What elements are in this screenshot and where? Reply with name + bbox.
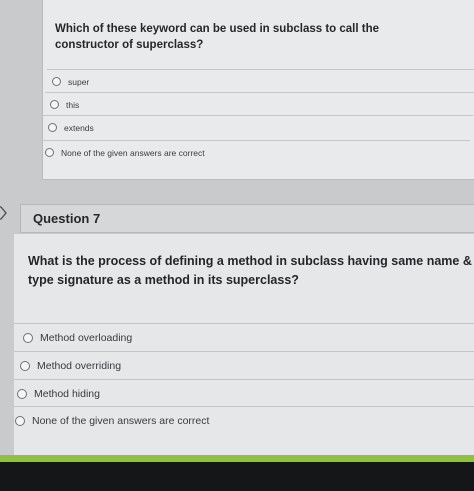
- q7-option-overloading[interactable]: Method overloading: [14, 323, 474, 351]
- q7-option-overriding[interactable]: Method overriding: [14, 351, 474, 379]
- question-7-header: Question 7: [20, 204, 474, 233]
- option-label: None of the given answers are correct: [61, 147, 205, 158]
- q6-option-extends[interactable]: extends: [43, 115, 473, 139]
- q6-option-super[interactable]: super: [47, 69, 474, 93]
- q6-option-none[interactable]: None of the given answers are correct: [40, 140, 470, 164]
- radio-button[interactable]: [50, 100, 59, 109]
- option-label: this: [66, 99, 80, 110]
- radio-button[interactable]: [45, 148, 54, 157]
- q7-option-hiding[interactable]: Method hiding: [14, 379, 474, 407]
- option-label: None of the given answers are correct: [32, 414, 210, 427]
- screen-bezel: [0, 462, 474, 491]
- radio-button[interactable]: [52, 77, 61, 86]
- question-7-text: What is the process of defining a method…: [28, 254, 472, 287]
- option-label: Method overriding: [37, 359, 122, 372]
- question-6-text: Which of these keyword can be used in su…: [55, 23, 379, 51]
- radio-button[interactable]: [15, 415, 25, 426]
- question-7-title: Question 7: [33, 211, 101, 226]
- radio-button[interactable]: [23, 332, 33, 343]
- accent-strip: [0, 455, 474, 462]
- option-label: super: [68, 76, 90, 87]
- option-label: Method hiding: [34, 387, 100, 400]
- radio-button[interactable]: [17, 388, 27, 399]
- q6-option-this[interactable]: this: [45, 92, 474, 116]
- question-flag-icon: [0, 206, 7, 220]
- q7-option-none[interactable]: None of the given answers are correct: [14, 406, 474, 434]
- radio-button[interactable]: [48, 123, 57, 132]
- radio-button[interactable]: [20, 360, 30, 371]
- option-label: extends: [64, 122, 94, 133]
- option-label: Method overloading: [40, 331, 133, 344]
